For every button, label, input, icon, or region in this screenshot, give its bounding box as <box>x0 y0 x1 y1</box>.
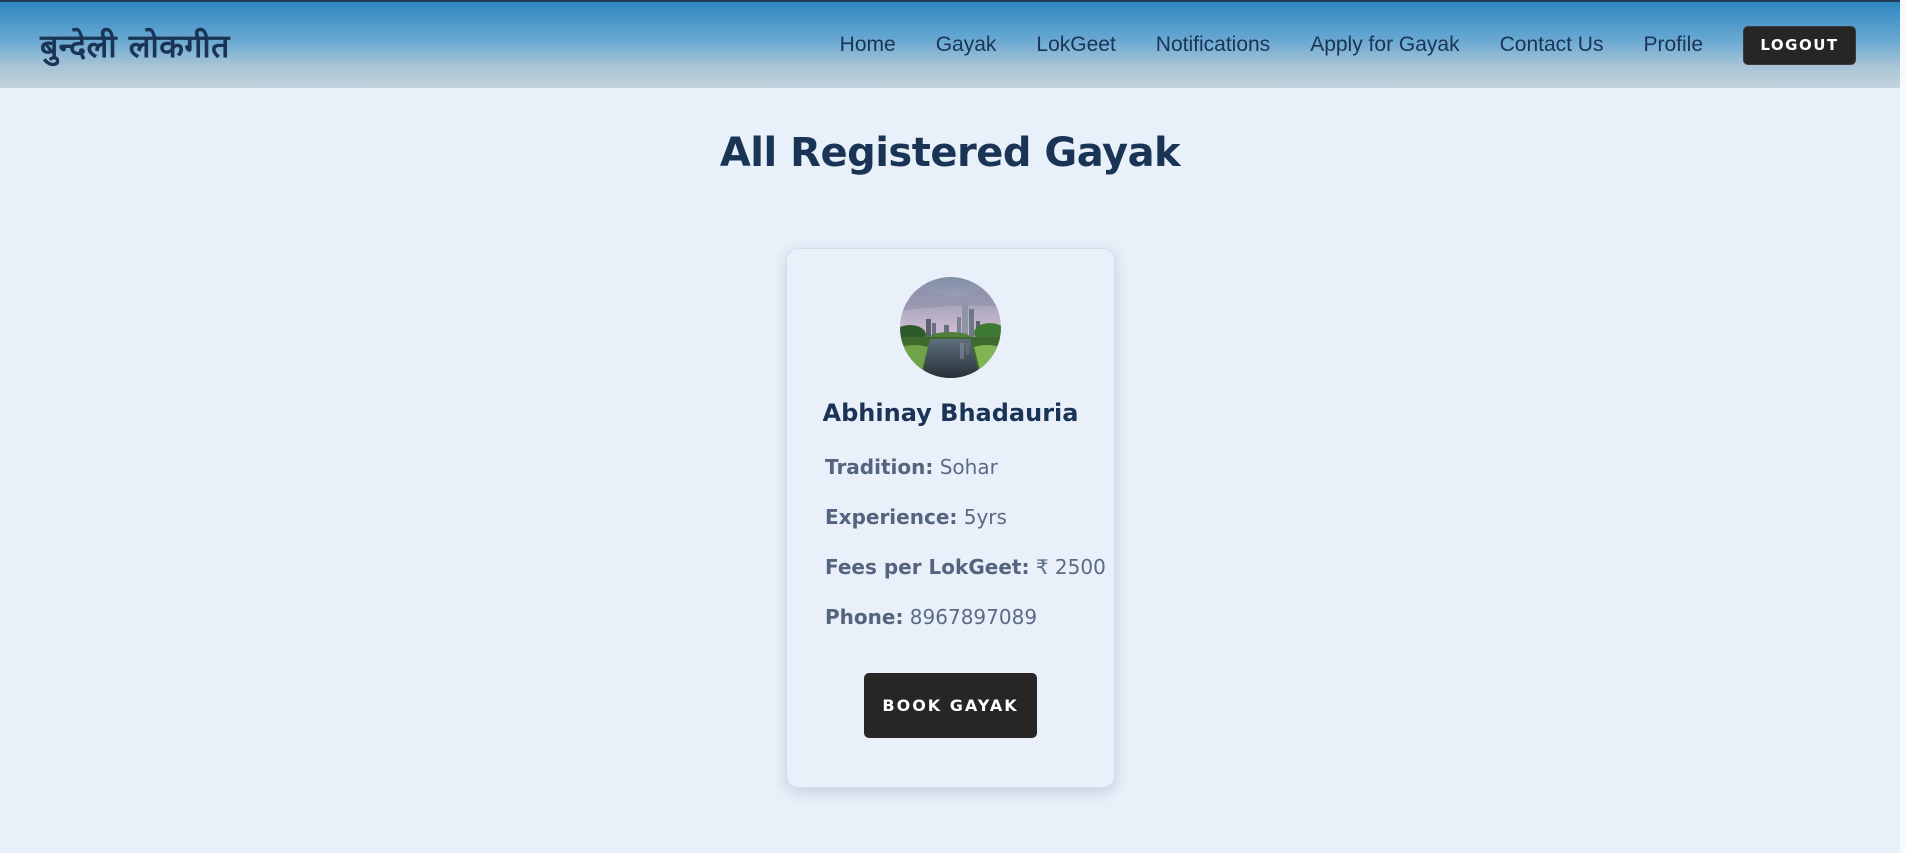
nav-apply-gayak-link[interactable]: Apply for Gayak <box>1310 33 1459 57</box>
fees-label: Fees per LokGeet: <box>825 555 1030 579</box>
experience-label: Experience: <box>825 505 958 529</box>
nav-links: Home Gayak LokGeet Notifications Apply f… <box>840 2 1856 88</box>
nav-notifications-link[interactable]: Notifications <box>1156 33 1270 57</box>
nav-contact-link[interactable]: Contact Us <box>1500 33 1604 57</box>
nav-profile-link[interactable]: Profile <box>1643 33 1703 57</box>
fees-value: ₹ 2500 <box>1035 555 1106 579</box>
gayak-name: Abhinay Bhadauria <box>822 399 1079 427</box>
logout-button[interactable]: LOGOUT <box>1743 25 1856 65</box>
phone-value: 8967897089 <box>909 605 1038 629</box>
page-title: All Registered Gayak <box>719 130 1181 176</box>
page: बुन्देली लोकगीत Home Gayak LokGeet Notif… <box>0 0 1905 853</box>
experience-row: Experience: 5yrs <box>825 505 1007 529</box>
phone-label: Phone: <box>825 605 904 629</box>
nav-gayak-link[interactable]: Gayak <box>936 33 997 57</box>
experience-value: 5yrs <box>963 505 1007 529</box>
phone-row: Phone: 8967897089 <box>825 605 1037 629</box>
nav-lokgeet-link[interactable]: LokGeet <box>1036 33 1115 57</box>
nav-home-link[interactable]: Home <box>840 33 896 57</box>
tradition-row: Tradition: Sohar <box>825 455 998 479</box>
book-gayak-button[interactable]: BOOK GAYAK <box>864 673 1037 738</box>
city-park-photo-icon <box>900 277 1001 378</box>
brand-logo[interactable]: बुन्देली लोकगीत <box>40 24 230 67</box>
gayak-card: Abhinay Bhadauria Tradition: Sohar Exper… <box>786 248 1115 788</box>
top-navbar: बुन्देली लोकगीत Home Gayak LokGeet Notif… <box>0 0 1900 88</box>
tradition-label: Tradition: <box>825 455 934 479</box>
fees-row: Fees per LokGeet: ₹ 2500 <box>825 555 1106 579</box>
tradition-value: Sohar <box>939 455 998 479</box>
